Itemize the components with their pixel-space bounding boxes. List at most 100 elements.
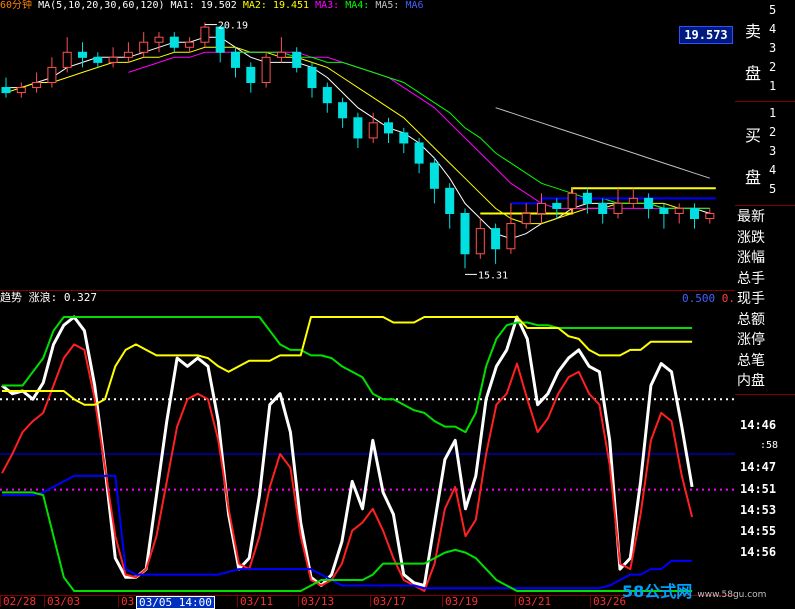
candle-body [62,51,72,68]
buy-level-4: 4 [769,163,777,177]
date-label: 03/05 14:00 [136,596,215,609]
candle-body [47,66,57,84]
sell-label-1: 卖 [745,22,762,41]
candle-body [185,41,195,48]
ma1-value: 19.502 [200,0,237,11]
ma-line-ma3 [128,51,710,209]
tick-time: 14:55 [740,524,777,538]
candle-body [231,51,240,68]
sidebar-sep-3 [735,394,795,395]
annotation-high: 20.19 [218,21,248,32]
quote-field: 涨跌 [737,229,765,246]
candle-body [246,66,256,84]
candle-body [322,87,332,104]
quote-field: 最新 [737,209,765,225]
sell-level-3: 3 [769,41,777,55]
date-label: 03 [118,596,136,607]
candle-body [491,228,501,250]
period-label: 60分钟 [0,0,33,11]
ma5-label: MA5: [375,0,400,11]
date-label: 02/28 [0,596,38,607]
sell-level-1: 1 [769,79,777,93]
ma-line-ma4 [235,51,710,209]
tick-time: 14:51 [740,482,777,496]
ma3-label: MA3: [315,0,340,11]
candle-body [276,51,286,58]
candle-body [16,87,26,94]
indicator-right-value-2: 0. [721,292,735,305]
candle-body [399,132,409,144]
indicator-value: 涨浪: 0.327 [28,291,97,304]
ma-line-ma5 [495,107,710,179]
candle-body [613,202,623,214]
date-label: 03/19 [442,596,480,607]
candle-body [200,26,210,43]
indicator-line-blue [2,474,693,590]
indicator-chart[interactable] [0,291,735,595]
quote-field: 现手 [737,291,765,307]
candle-body [674,207,684,214]
candle-body [123,51,133,58]
candle-body [552,202,562,209]
candle-body [429,162,439,189]
indicator-line-green [2,316,693,434]
candle-body [307,66,317,89]
watermark: 58公式网 www.58gu.com [622,578,766,602]
date-label: 03/13 [298,596,336,607]
quote-field: 总额 [737,311,765,328]
candle-body [460,212,470,255]
candle-body [338,102,348,119]
sell-level-2: 2 [769,60,777,74]
date-label: 03/03 [44,596,82,607]
sidebar-sep-1 [735,101,795,102]
candle-body [582,192,592,204]
candle-body [368,122,378,139]
buy-level-5: 5 [769,182,777,196]
candle-body [1,87,11,94]
candle-body [154,36,164,43]
watermark-brand: 58公式网 [622,582,693,601]
candle-body [414,142,424,164]
ma-param-label: MA(5,10,20,30,60,120) [38,0,165,11]
candle-body [567,192,577,209]
tick-time: 14:53 [740,503,777,517]
quote-field: 涨幅 [737,250,765,266]
candle-body [384,122,393,134]
candle-body [521,212,531,225]
candle-body [628,197,638,204]
indicator-right-value: 0.500 [682,292,716,305]
candle-body [93,56,103,63]
price-chart[interactable]: 20.19 15.31 [0,0,735,290]
date-label: 03/21 [515,596,553,607]
candle-body [506,223,516,250]
candle-body [644,197,654,209]
quote-field: 涨停 [737,332,765,348]
tick-time: 14:46 [740,418,777,432]
ma-header: 60分钟 MA(5,10,20,30,60,120) MA1: 19.502 M… [0,0,424,11]
candle-body [139,41,149,53]
ma1-label: MA1: [170,0,195,11]
date-label: 03/11 [237,596,275,607]
candle-body [659,207,669,214]
sell-label-2: 盘 [745,64,762,83]
buy-label-1: 买 [745,126,762,145]
watermark-url: www.58gu.com [697,590,767,600]
tick-time: 14:56 [740,545,777,559]
buy-level-1: 1 [769,106,777,120]
candle-body [598,202,608,214]
indicator-header: 趋势 涨浪: 0.327 [0,292,97,304]
candle-body [475,228,485,255]
candle-body [78,51,87,58]
date-label: 03/17 [370,596,408,607]
candle-body [353,117,363,139]
candle-body [537,202,546,214]
sell-level-5: 5 [769,3,777,17]
indicator-right-label: 0.500 0. [682,292,735,305]
indicator-name: 趋势 [0,291,22,304]
annotation-low: 15.31 [478,270,508,281]
ma2-label: MA2: [242,0,267,11]
candle-body [108,56,118,63]
tick-time: 14:47 [740,460,777,474]
ma4-label: MA4: [345,0,370,11]
buy-level-3: 3 [769,144,777,158]
